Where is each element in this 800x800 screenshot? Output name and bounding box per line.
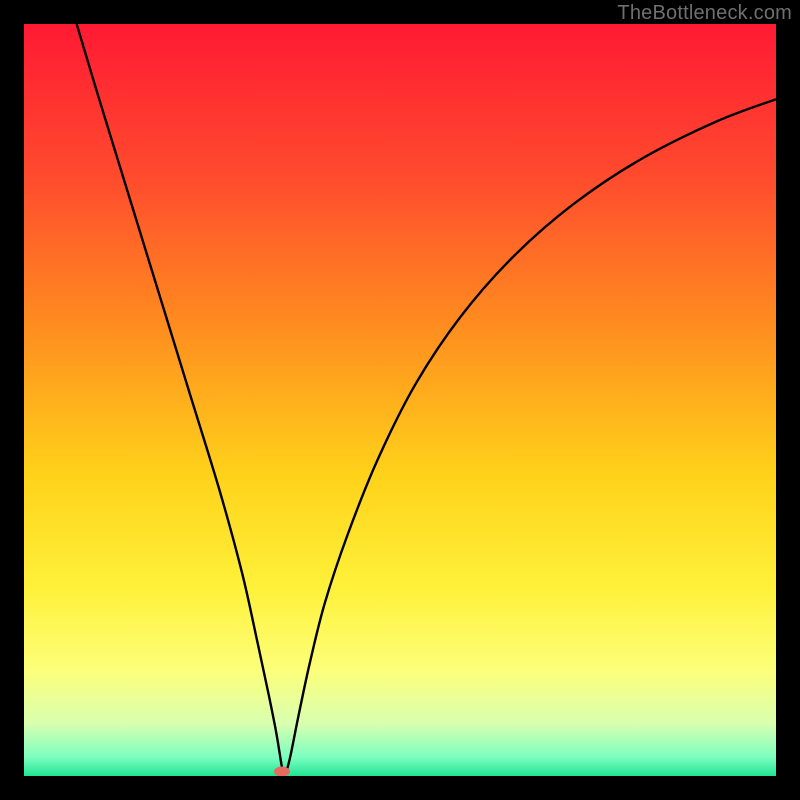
chart-container (24, 24, 776, 776)
watermark-text: TheBottleneck.com (617, 2, 792, 25)
gradient-background (24, 24, 776, 776)
bottleneck-chart (24, 24, 776, 776)
